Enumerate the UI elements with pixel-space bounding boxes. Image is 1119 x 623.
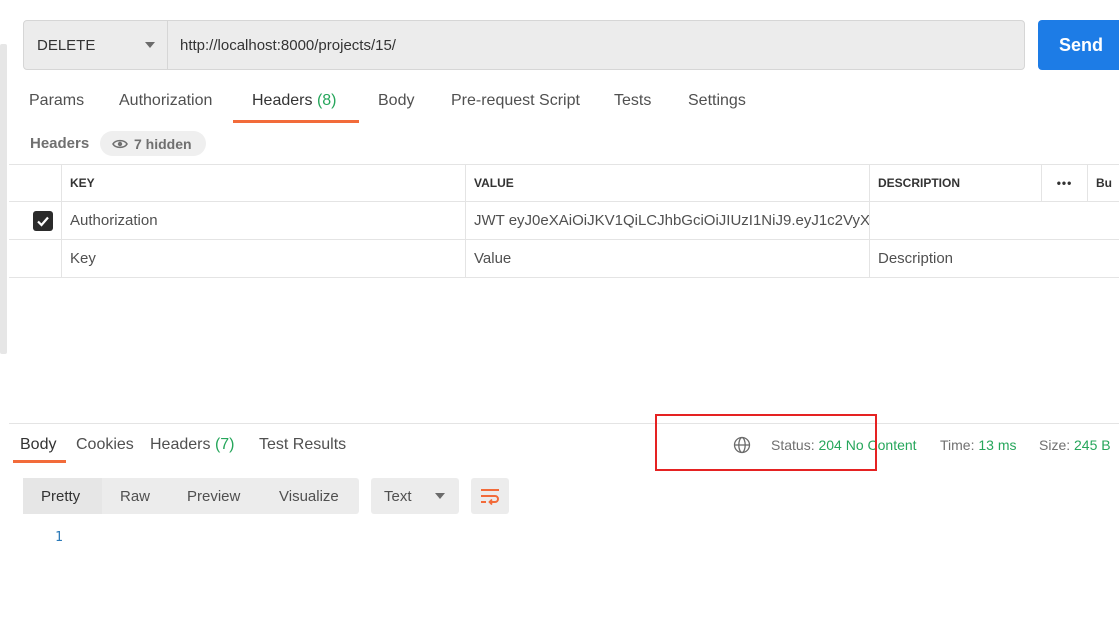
- request-bar: DELETE http://localhost:8000/projects/15…: [23, 20, 1025, 70]
- method-label: DELETE: [37, 36, 96, 54]
- description-input[interactable]: Description: [869, 240, 1041, 277]
- url-input[interactable]: http://localhost:8000/projects/15/: [168, 21, 1024, 69]
- time-value: 13 ms: [978, 437, 1017, 453]
- tab-authorization[interactable]: Authorization: [119, 92, 212, 110]
- row-checkbox-cell: [9, 202, 61, 239]
- header-value-cell[interactable]: JWT eyJ0eXAiOiJKV1QiLCJhbGciOiJIUzI1NiJ9…: [465, 202, 869, 239]
- response-divider: [9, 423, 1119, 424]
- highlight-box: [655, 414, 877, 471]
- tab-params[interactable]: Params: [29, 92, 84, 110]
- send-button[interactable]: Send: [1038, 20, 1119, 70]
- row-checkbox-cell: [9, 240, 61, 277]
- active-tab-indicator: [233, 120, 359, 123]
- wrap-lines-icon: [481, 489, 499, 505]
- method-select[interactable]: DELETE: [24, 21, 168, 69]
- wrap-lines-button[interactable]: [471, 478, 509, 514]
- table-row-empty: Key Value Description: [9, 240, 1119, 278]
- chevron-down-icon: [145, 42, 155, 48]
- size-readout: Size: 245 B: [1039, 437, 1111, 453]
- response-active-tab-indicator: [13, 460, 66, 463]
- left-scrollbar[interactable]: [0, 44, 7, 354]
- tab-label: Headers: [252, 92, 313, 109]
- tab-label: Params: [29, 92, 85, 109]
- header-description-cell[interactable]: [869, 202, 1041, 239]
- time-readout: Time: 13 ms: [940, 437, 1017, 453]
- eye-icon: [112, 139, 128, 148]
- format-tabs: Pretty Raw Preview Visualize: [23, 478, 359, 514]
- format-preview[interactable]: Preview: [169, 478, 261, 514]
- row-checkbox[interactable]: [33, 210, 53, 231]
- tab-label: Settings: [688, 92, 746, 109]
- checkmark-icon: [37, 216, 49, 227]
- bulk-edit-link[interactable]: Bu: [1087, 165, 1119, 201]
- value-input[interactable]: Value: [465, 240, 869, 277]
- column-header-value: VALUE: [465, 165, 869, 201]
- line-number: 1: [55, 530, 63, 545]
- column-header-key: KEY: [61, 165, 465, 201]
- hidden-count-label: 7 hidden: [134, 135, 192, 152]
- tab-label: Headers: [150, 436, 211, 453]
- more-options-icon[interactable]: •••: [1041, 165, 1087, 201]
- tab-label: Body: [378, 92, 415, 109]
- response-type-label: Text: [384, 487, 412, 505]
- response-tab-cookies[interactable]: Cookies: [76, 436, 134, 454]
- chevron-down-icon: [435, 493, 445, 499]
- tab-count: (7): [214, 436, 235, 453]
- table-row: Authorization JWT eyJ0eXAiOiJKV1QiLCJhbG…: [9, 202, 1119, 240]
- response-tab-test-results[interactable]: Test Results: [259, 436, 346, 454]
- size-label: Size:: [1039, 437, 1071, 453]
- tab-label: Pre-request Script: [451, 92, 580, 109]
- tab-label: Tests: [614, 92, 652, 109]
- tab-headers[interactable]: Headers (8): [252, 92, 337, 110]
- header-checkbox-cell: [9, 165, 61, 201]
- size-value: 245 B: [1074, 437, 1111, 453]
- format-pretty[interactable]: Pretty: [23, 478, 102, 514]
- tab-tests[interactable]: Tests: [614, 92, 651, 110]
- headers-section-title: Headers: [30, 135, 90, 152]
- tab-body[interactable]: Body: [378, 92, 414, 110]
- column-header-description: DESCRIPTION: [869, 165, 1041, 201]
- headers-table: KEY VALUE DESCRIPTION ••• Bu Authorizati…: [9, 164, 1119, 278]
- hidden-headers-toggle[interactable]: 7 hidden: [100, 131, 206, 156]
- response-tab-headers[interactable]: Headers (7): [150, 436, 235, 454]
- header-key-cell[interactable]: Authorization: [61, 202, 465, 239]
- response-type-select[interactable]: Text: [371, 478, 459, 514]
- tab-label: Authorization: [119, 92, 213, 109]
- response-tab-body[interactable]: Body: [20, 436, 56, 454]
- key-input[interactable]: Key: [61, 240, 465, 277]
- table-header-row: KEY VALUE DESCRIPTION ••• Bu: [9, 164, 1119, 202]
- format-visualize[interactable]: Visualize: [261, 478, 359, 514]
- time-label: Time:: [940, 437, 975, 453]
- tab-count: (8): [316, 92, 337, 109]
- tab-pre-request-script[interactable]: Pre-request Script: [451, 92, 580, 110]
- format-raw[interactable]: Raw: [102, 478, 169, 514]
- tab-settings[interactable]: Settings: [688, 92, 746, 110]
